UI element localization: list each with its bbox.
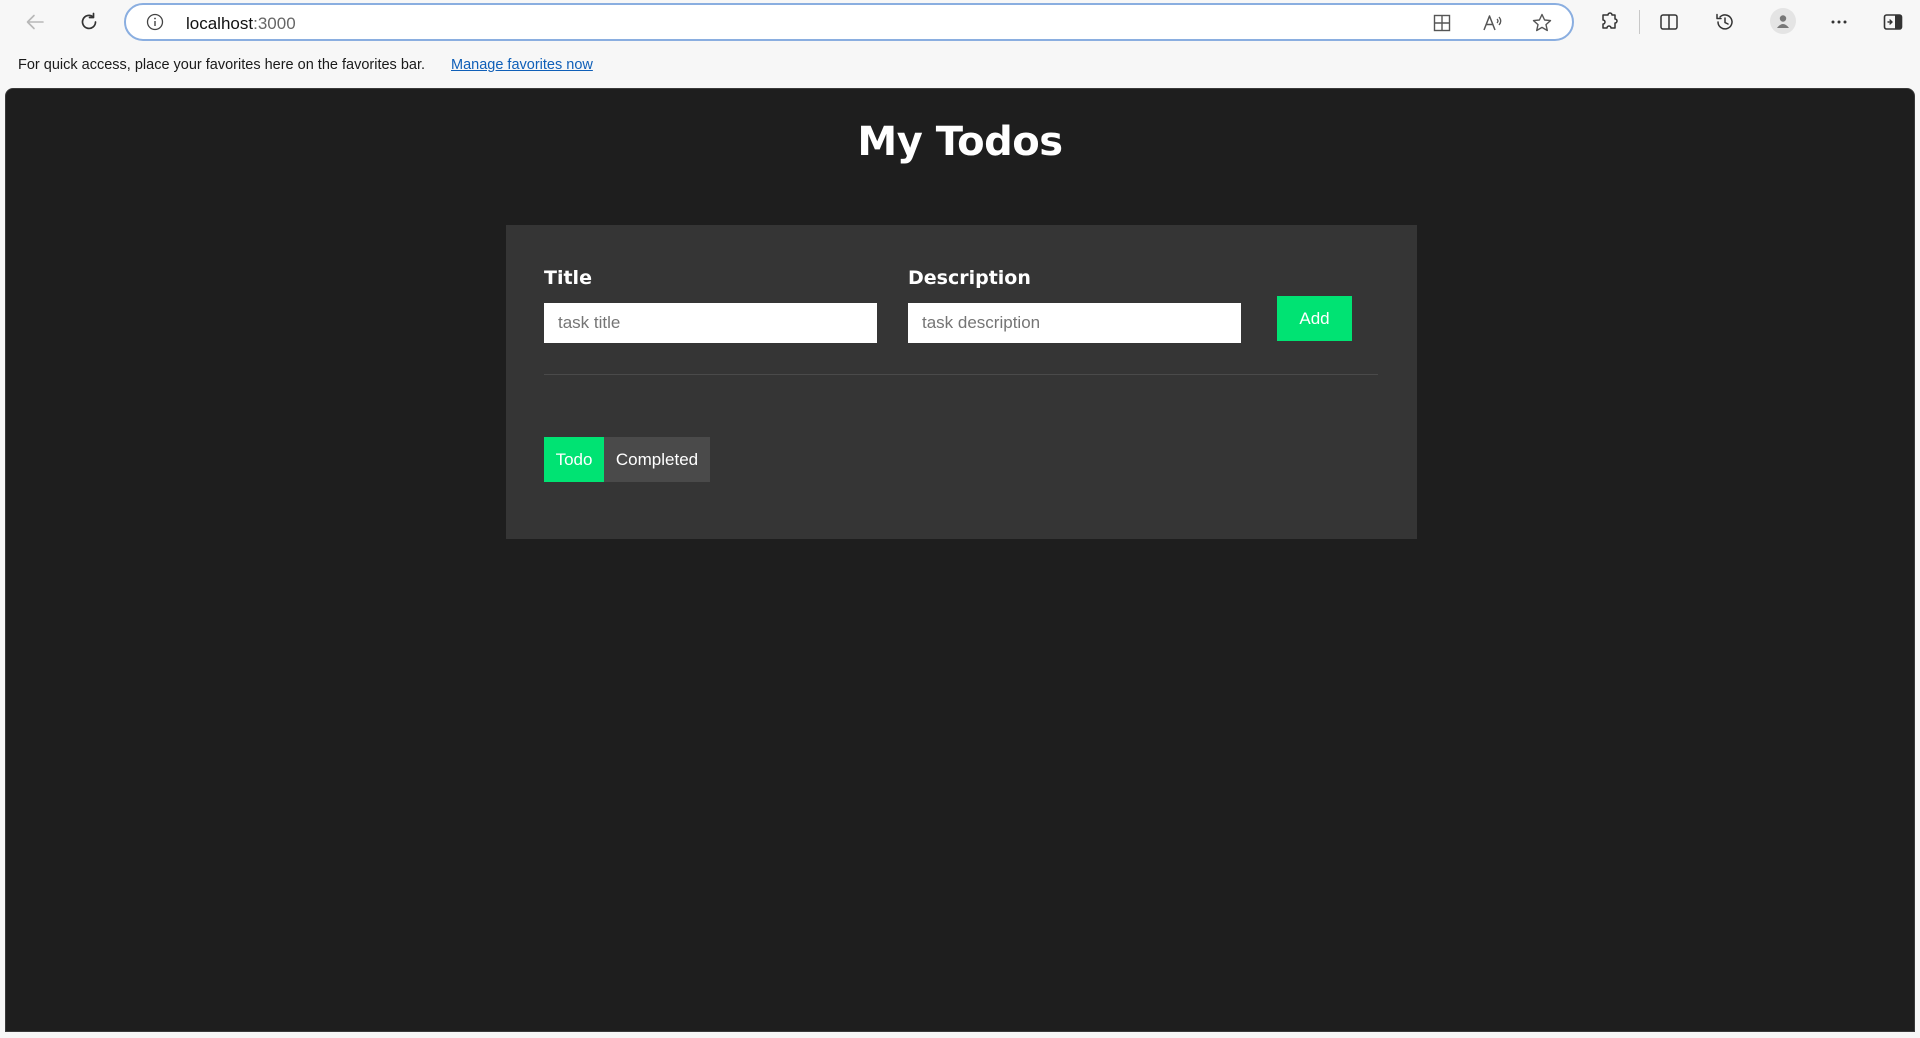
info-icon[interactable] xyxy=(146,13,164,31)
title-label: Title xyxy=(544,267,592,289)
favorites-bar-message: For quick access, place your favorites h… xyxy=(18,57,426,73)
extensions-icon[interactable] xyxy=(1593,6,1625,38)
page-viewport: My Todos Title Description Add Todo Comp… xyxy=(5,88,1915,1032)
toolbar-separator xyxy=(1639,10,1640,34)
divider xyxy=(544,374,1378,375)
favorite-star-icon[interactable] xyxy=(1531,12,1553,34)
tab-todo[interactable]: Todo xyxy=(544,437,604,482)
tab-completed[interactable]: Completed xyxy=(604,437,710,482)
filter-tabs: Todo Completed xyxy=(544,437,710,482)
browser-toolbar: localhost:3000 xyxy=(0,0,1920,43)
description-input[interactable] xyxy=(908,303,1241,343)
profile-icon[interactable] xyxy=(1770,8,1796,34)
url-port: :3000 xyxy=(253,14,296,33)
url-text[interactable]: localhost:3000 xyxy=(186,14,296,34)
app-available-icon[interactable] xyxy=(1431,12,1453,34)
sidebar-icon[interactable] xyxy=(1877,6,1909,38)
add-button[interactable]: Add xyxy=(1277,296,1352,341)
address-bar[interactable]: localhost:3000 xyxy=(124,3,1574,41)
history-icon[interactable] xyxy=(1709,6,1741,38)
read-aloud-icon[interactable] xyxy=(1482,12,1504,34)
favorites-bar: For quick access, place your favorites h… xyxy=(0,43,1920,87)
todo-card: Title Description Add Todo Completed xyxy=(506,225,1417,539)
more-icon[interactable] xyxy=(1823,6,1855,38)
manage-favorites-link[interactable]: Manage favorites now xyxy=(451,57,593,73)
title-input[interactable] xyxy=(544,303,877,343)
split-screen-icon[interactable] xyxy=(1653,6,1685,38)
back-arrow-icon[interactable] xyxy=(19,6,51,38)
page-title: My Todos xyxy=(857,119,1063,165)
refresh-icon[interactable] xyxy=(73,6,105,38)
description-label: Description xyxy=(908,267,1031,289)
url-host: localhost xyxy=(186,14,254,33)
